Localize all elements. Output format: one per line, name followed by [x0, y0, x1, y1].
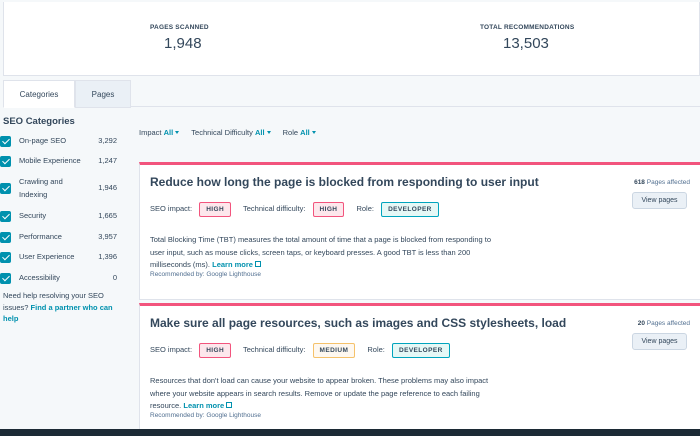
- pages-affected-label: Pages affected: [646, 320, 690, 327]
- external-link-icon: [226, 402, 233, 408]
- difficulty-label: Technical difficulty:: [243, 345, 306, 354]
- view-tabs: Categories Pages: [3, 80, 700, 108]
- category-on-page-seo[interactable]: On-page SEO 3,292: [0, 135, 125, 149]
- checkbox-checked-icon[interactable]: [0, 232, 11, 243]
- total-recommendations-stat: TOTAL RECOMMENDATIONS 13,503: [480, 24, 574, 52]
- role-filter[interactable]: Role All: [283, 128, 316, 137]
- learn-more-label: Learn more: [183, 401, 225, 410]
- tab-categories[interactable]: Categories: [3, 80, 75, 108]
- difficulty-badge: HIGH: [312, 202, 345, 217]
- seo-impact-label: SEO impact:: [150, 204, 193, 213]
- pages-affected: 20 Pages affected: [638, 320, 690, 327]
- category-count: 1,396: [98, 252, 117, 261]
- pages-scanned-value: 1,948: [164, 35, 202, 52]
- category-count: 3,957: [98, 232, 117, 241]
- category-mobile-experience[interactable]: Mobile Experience 1,247: [0, 155, 125, 169]
- category-label-line2: Indexing: [19, 190, 48, 199]
- seo-impact-badge: HIGH: [199, 343, 232, 358]
- role-badge: DEVELOPER: [381, 202, 439, 217]
- seo-impact-badge: HIGH: [199, 202, 232, 217]
- seo-categories-title: SEO Categories: [3, 116, 75, 127]
- recommendation-card: Reduce how long the page is blocked from…: [139, 162, 700, 300]
- category-accessibility[interactable]: Accessibility 0: [0, 272, 125, 286]
- description-text: Total Blocking Time (TBT) measures the t…: [150, 235, 491, 269]
- category-count: 1,946: [98, 183, 117, 192]
- difficulty-filter-label: Technical Difficulty: [191, 128, 253, 137]
- difficulty-filter[interactable]: Technical Difficulty All: [191, 128, 271, 137]
- category-count: 0: [112, 273, 117, 282]
- impact-filter-value[interactable]: All: [164, 128, 174, 137]
- view-pages-button[interactable]: View pages: [632, 333, 687, 350]
- impact-filter[interactable]: Impact All: [139, 128, 180, 137]
- stats-panel: PAGES SCANNED 1,948 TOTAL RECOMMENDATION…: [3, 2, 700, 76]
- category-label: User Experience: [19, 252, 75, 261]
- role-label: Role:: [356, 204, 374, 213]
- difficulty-label: Technical difficulty:: [243, 204, 306, 213]
- category-label: Accessibility: [19, 273, 60, 282]
- learn-more-link[interactable]: Learn more: [212, 260, 261, 269]
- total-recommendations-value: 13,503: [503, 35, 549, 52]
- filter-bar: Impact All Technical Difficulty All Role…: [139, 128, 326, 137]
- pages-affected-label: Pages affected: [646, 179, 690, 186]
- role-label: Role:: [367, 345, 385, 354]
- category-label: On-page SEO: [19, 136, 67, 145]
- recommendation-description: Resources that don't load can cause your…: [150, 375, 500, 413]
- category-count: 3,292: [98, 136, 117, 145]
- recommendation-card: Make sure all page resources, such as im…: [139, 303, 700, 436]
- category-user-experience[interactable]: User Experience 1,396: [0, 251, 125, 265]
- category-crawling-indexing[interactable]: Crawling and Indexing 1,946: [0, 176, 125, 202]
- role-filter-label: Role: [282, 128, 299, 137]
- recommended-by: Recommended by: Google Lighthouse: [150, 271, 261, 278]
- view-pages-button[interactable]: View pages: [632, 192, 687, 209]
- category-label: Performance: [19, 232, 62, 241]
- caret-down-icon: [311, 131, 316, 134]
- learn-more-link[interactable]: Learn more: [183, 401, 233, 410]
- checkbox-checked-icon[interactable]: [0, 156, 11, 167]
- difficulty-badge: MEDIUM: [312, 343, 356, 358]
- difficulty-filter-value[interactable]: All: [255, 128, 265, 137]
- external-link-icon: [254, 261, 261, 267]
- checkbox-checked-icon[interactable]: [0, 136, 11, 147]
- role-filter-value[interactable]: All: [300, 128, 310, 137]
- checkbox-checked-icon[interactable]: [0, 211, 11, 222]
- category-count: 1,247: [98, 156, 117, 165]
- learn-more-label: Learn more: [212, 260, 253, 269]
- recommendation-title: Reduce how long the page is blocked from…: [150, 175, 539, 189]
- checkbox-checked-icon[interactable]: [0, 183, 11, 194]
- tab-pages[interactable]: Pages: [75, 80, 131, 108]
- partner-help: Need help resolving your SEO issues? Fin…: [3, 290, 128, 325]
- recommendation-title: Make sure all page resources, such as im…: [150, 316, 567, 330]
- pages-scanned-stat: PAGES SCANNED 1,948: [150, 24, 209, 52]
- caret-down-icon: [175, 131, 180, 134]
- pages-scanned-label: PAGES SCANNED: [150, 24, 209, 31]
- taskbar-strip: [0, 429, 700, 436]
- recommended-by: Recommended by: Google Lighthouse: [150, 412, 261, 419]
- checkbox-checked-icon[interactable]: [0, 273, 11, 284]
- category-label: Mobile Experience: [19, 156, 81, 165]
- category-performance[interactable]: Performance 3,957: [0, 231, 125, 245]
- pages-affected: 618 Pages affected: [634, 179, 690, 186]
- pages-affected-count: 20: [637, 320, 645, 327]
- total-recommendations-label: TOTAL RECOMMENDATIONS: [480, 24, 575, 31]
- impact-filter-label: Impact: [139, 128, 162, 137]
- checkbox-checked-icon[interactable]: [0, 252, 11, 263]
- category-count: 1,665: [98, 211, 117, 220]
- category-label: Crawling and: [19, 177, 63, 186]
- pages-affected-count: 618: [634, 179, 645, 186]
- recommendation-description: Total Blocking Time (TBT) measures the t…: [150, 234, 500, 272]
- recommendation-meta: SEO impact: HIGH Technical difficulty: H…: [150, 202, 449, 217]
- role-badge: DEVELOPER: [391, 343, 450, 358]
- category-label: Security: [19, 211, 47, 220]
- seo-impact-label: SEO impact:: [150, 345, 193, 354]
- category-security[interactable]: Security 1,665: [0, 210, 125, 224]
- recommendation-meta: SEO impact: HIGH Technical difficulty: M…: [150, 343, 460, 358]
- caret-down-icon: [266, 131, 271, 134]
